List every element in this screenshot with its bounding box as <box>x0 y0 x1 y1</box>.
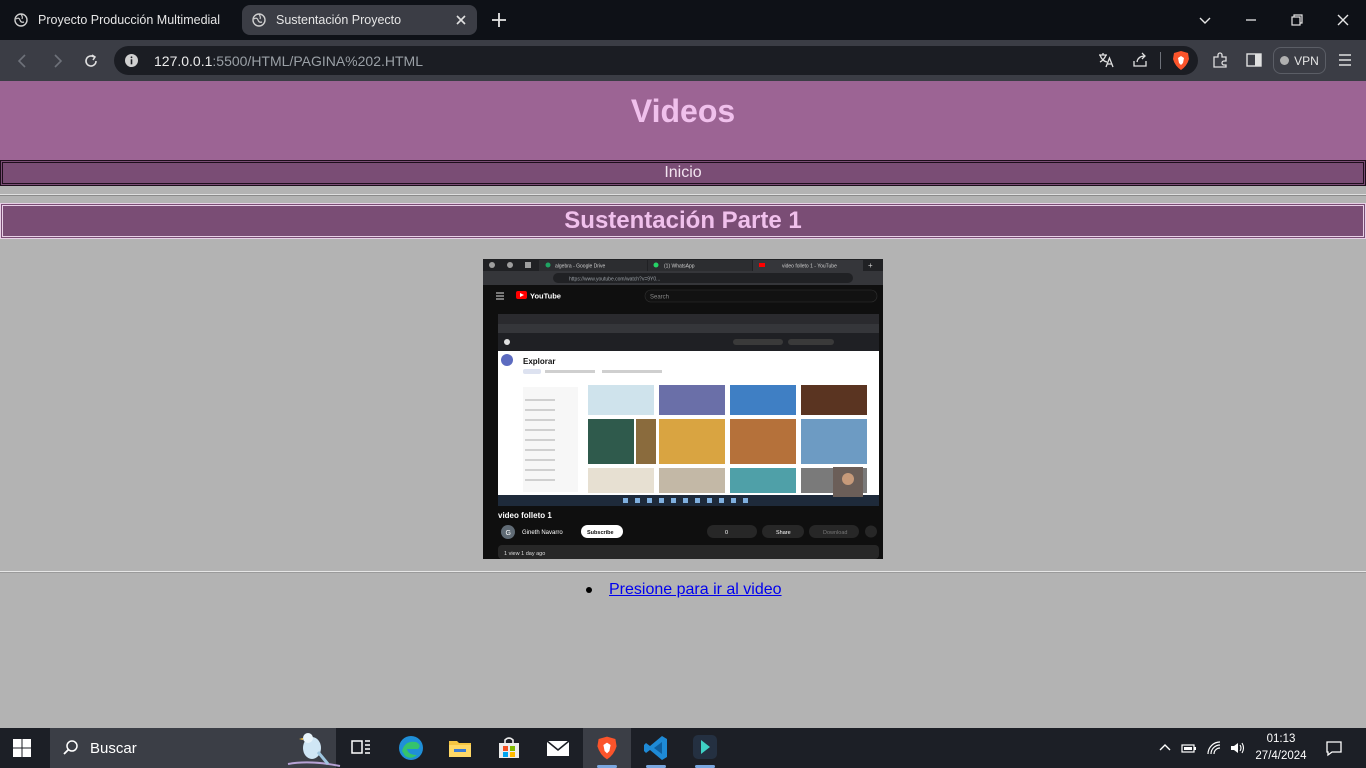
url-path: :5500/HTML/PAGINA%202.HTML <box>212 53 423 69</box>
taskbar-search[interactable]: Buscar <box>50 728 341 768</box>
tab-search-chevron-icon[interactable] <box>1197 12 1213 28</box>
globe-icon <box>14 13 28 27</box>
back-icon[interactable] <box>14 52 32 70</box>
store-icon[interactable] <box>495 734 523 762</box>
clock-date: 27/4/2024 <box>1255 750 1307 762</box>
vpn-button[interactable]: VPN <box>1273 47 1326 74</box>
vscode-icon <box>644 736 667 760</box>
wifi-icon[interactable] <box>1206 740 1222 756</box>
thumb-search: Search <box>650 295 669 301</box>
vpn-status-icon <box>1280 56 1290 65</box>
page-header: Videos <box>0 81 1366 160</box>
svg-text:+: + <box>868 261 873 270</box>
share-icon[interactable] <box>1131 51 1149 69</box>
divider <box>0 194 1366 196</box>
thumb-brand: YouTube <box>530 292 561 301</box>
windows-start-icon[interactable] <box>10 736 34 760</box>
file-explorer-icon[interactable] <box>446 734 474 762</box>
browser-tab-bar: Proyecto Producción Multimedial Sustenta… <box>0 0 1366 40</box>
thumb-download: Download <box>823 530 847 536</box>
video-thumbnail[interactable]: algebra - Google Drive (1) WhatsApp vide… <box>483 259 883 559</box>
search-icon <box>63 740 78 755</box>
page-title: Videos <box>630 93 736 129</box>
tray-chevron-icon[interactable] <box>1157 740 1173 756</box>
section-title: Sustentación Parte 1 <box>2 205 1364 237</box>
video-link[interactable]: Presione para ir al video <box>609 581 782 599</box>
volume-icon[interactable] <box>1229 740 1245 756</box>
thumb-channel: Gineth Navarro <box>522 530 563 536</box>
sidebar-icon[interactable] <box>1245 51 1263 69</box>
url-divider <box>1160 52 1161 69</box>
url-field[interactable]: 127.0.0.1:5500/HTML/PAGINA%202.HTML <box>114 46 1198 75</box>
mail-icon[interactable] <box>544 734 572 762</box>
section-header: Sustentación Parte 1 <box>0 203 1366 239</box>
video-link-item: Presione para ir al video <box>586 581 782 599</box>
edge-icon[interactable] <box>397 734 425 762</box>
new-tab-icon[interactable] <box>490 11 508 29</box>
thumb-meta: 1 view 1 day ago <box>504 551 545 557</box>
minimize-icon[interactable] <box>1243 12 1259 28</box>
video-editor-icon <box>693 735 717 759</box>
battery-icon[interactable] <box>1181 740 1197 756</box>
brave-shields-icon[interactable] <box>1171 50 1191 71</box>
nav-link-inicio[interactable]: Inicio <box>2 162 1364 184</box>
thumb-likes: 0 <box>725 530 728 536</box>
extensions-icon[interactable] <box>1211 51 1229 69</box>
clock[interactable]: 01:13 27/4/2024 <box>1253 731 1309 765</box>
tab-label: Sustentación Proyecto <box>276 13 402 27</box>
clock-time: 01:13 <box>1266 733 1296 745</box>
globe-icon <box>252 13 266 27</box>
url-host: 127.0.0.1 <box>154 53 213 69</box>
thumb-heading: Explorar <box>523 357 555 366</box>
thumb-tab-drive: algebra - Google Drive <box>555 264 606 270</box>
tab-sustentacion[interactable]: Sustentación Proyecto <box>242 5 477 35</box>
address-toolbar: 127.0.0.1:5500/HTML/PAGINA%202.HTML VPN <box>0 40 1366 81</box>
thumb-tab-youtube: video folleto 1 - YouTube <box>782 264 837 270</box>
thumb-share: Share <box>776 530 791 536</box>
forward-icon[interactable] <box>48 52 66 70</box>
bird-decoration-icon <box>287 733 341 767</box>
page-content: Videos Inicio Sustentación Parte 1 algeb… <box>0 81 1366 728</box>
notifications-icon[interactable] <box>1325 739 1343 757</box>
tab-label: Proyecto Producción Multimedial <box>38 13 221 27</box>
close-window-icon[interactable] <box>1335 12 1351 28</box>
thumb-url: https://www.youtube.com/watch?v=9Y0... <box>569 277 660 283</box>
vscode-taskbar[interactable] <box>632 728 680 768</box>
bullet <box>586 587 592 593</box>
restore-icon[interactable] <box>1289 12 1305 28</box>
nav-bar: Inicio <box>0 160 1366 186</box>
thumb-channel-initial: G <box>506 530 511 537</box>
filmora-taskbar[interactable] <box>681 728 729 768</box>
menu-icon[interactable] <box>1336 51 1354 69</box>
brave-icon <box>597 736 617 760</box>
thumb-subscribe: Subscribe <box>587 530 614 536</box>
divider <box>0 571 1366 573</box>
tab-proyecto[interactable]: Proyecto Producción Multimedial <box>4 5 240 35</box>
thumb-video-title: video folleto 1 <box>498 511 552 520</box>
translate-icon[interactable] <box>1097 51 1115 69</box>
task-view-icon[interactable] <box>347 734 375 762</box>
vpn-label: VPN <box>1294 53 1319 68</box>
brave-taskbar-active[interactable] <box>583 728 631 768</box>
close-tab-icon[interactable] <box>453 12 469 28</box>
thumbnail-image: algebra - Google Drive (1) WhatsApp vide… <box>483 259 883 559</box>
site-info-icon[interactable] <box>124 53 139 68</box>
windows-taskbar: Buscar 01:13 27/4/2024 <box>0 728 1366 768</box>
thumb-tab-whatsapp: (1) WhatsApp <box>664 264 695 270</box>
search-placeholder: Buscar <box>90 739 137 757</box>
reload-icon[interactable] <box>82 52 100 70</box>
